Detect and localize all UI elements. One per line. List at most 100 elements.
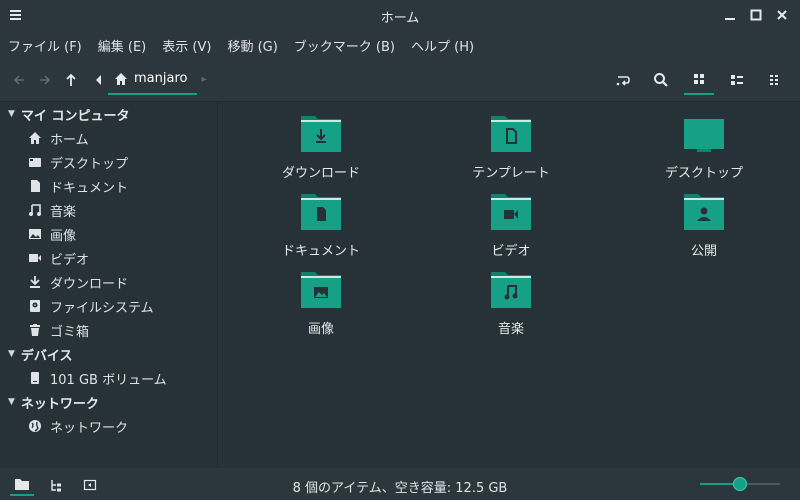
expand-triangle-icon[interactable]: ▼ bbox=[8, 109, 15, 119]
folder-label: 音楽 bbox=[497, 322, 524, 337]
icon-view-icon[interactable] bbox=[684, 65, 714, 95]
close-icon[interactable] bbox=[772, 5, 792, 25]
video-icon bbox=[28, 251, 42, 265]
status-text: 8 個のアイテム、空き容量: 12.5 GB bbox=[292, 481, 508, 496]
compact-view-icon[interactable] bbox=[760, 65, 790, 95]
folder-label: テンプレート bbox=[472, 166, 550, 181]
folder-item-videos[interactable]: ビデオ bbox=[431, 192, 591, 259]
title-bar: ホーム bbox=[0, 0, 800, 32]
zoom-handle[interactable] bbox=[733, 477, 747, 491]
zoom-slider[interactable] bbox=[700, 477, 780, 491]
menu-file[interactable]: ファイル (F) bbox=[8, 36, 82, 55]
path-right-arrow-icon[interactable]: ▸ bbox=[201, 74, 206, 85]
menu-go[interactable]: 移動 (G) bbox=[227, 36, 277, 55]
menu-edit[interactable]: 編集 (E) bbox=[98, 36, 147, 55]
maximize-icon[interactable] bbox=[746, 5, 766, 25]
minimize-icon[interactable] bbox=[720, 5, 740, 25]
network-icon bbox=[28, 419, 42, 433]
hamburger-menu-icon[interactable] bbox=[8, 6, 26, 24]
sidebar-item-filesystem[interactable]: ファイルシステム bbox=[0, 294, 217, 318]
folder-music-icon bbox=[491, 272, 531, 308]
breadcrumb-label: manjaro bbox=[134, 71, 188, 86]
menu-bar: ファイル (F) 編集 (E) 表示 (V) 移動 (G) ブックマーク (B)… bbox=[0, 32, 800, 58]
forward-arrow-icon[interactable] bbox=[32, 67, 58, 93]
folder-public-icon bbox=[684, 194, 724, 230]
sidebar-item-label: 音楽 bbox=[50, 204, 77, 220]
folder-label: ダウンロード bbox=[281, 166, 360, 181]
sidebar-item-label: 画像 bbox=[50, 228, 77, 244]
sidebar: ▼ マイ コンピュータ ホーム デスクトップ ドキュメント 音楽 画像 ビデオ … bbox=[0, 102, 218, 468]
search-icon[interactable] bbox=[646, 65, 676, 95]
sidebar-section-network[interactable]: ▼ ネットワーク bbox=[0, 390, 217, 414]
file-icon-view: ダウンロード テンプレート デスクトップ ドキュメント ビデオ 公開 画像 音楽 bbox=[219, 102, 800, 468]
path-left-arrow-icon[interactable] bbox=[90, 67, 108, 93]
menu-bookmarks[interactable]: ブックマーク (B) bbox=[294, 36, 395, 55]
sidebar-item-trash[interactable]: ゴミ箱 bbox=[0, 318, 217, 342]
sidebar-item-label: ビデオ bbox=[50, 252, 90, 268]
folder-download-icon bbox=[301, 116, 341, 152]
download-icon bbox=[28, 275, 42, 289]
sidebar-item-label: デスクトップ bbox=[50, 156, 129, 172]
back-arrow-icon[interactable] bbox=[6, 67, 32, 93]
sidebar-item-volume[interactable]: 101 GB ボリューム bbox=[0, 366, 217, 390]
window-title: ホーム bbox=[380, 10, 420, 26]
sidebar-item-music[interactable]: 音楽 bbox=[0, 198, 217, 222]
folder-item-public[interactable]: 公開 bbox=[624, 192, 784, 259]
toggle-location-icon[interactable] bbox=[608, 65, 638, 95]
sidebar-item-downloads[interactable]: ダウンロード bbox=[0, 270, 217, 294]
folder-item-pictures[interactable]: 画像 bbox=[241, 270, 401, 337]
folder-item-documents[interactable]: ドキュメント bbox=[241, 192, 401, 259]
folder-label: デスクトップ bbox=[664, 166, 743, 181]
folder-label: 公開 bbox=[690, 244, 717, 259]
sidebar-item-videos[interactable]: ビデオ bbox=[0, 246, 217, 270]
document-icon bbox=[28, 179, 42, 193]
image-icon bbox=[28, 227, 42, 241]
filesystem-icon bbox=[28, 299, 42, 313]
expand-triangle-icon[interactable]: ▼ bbox=[8, 397, 15, 407]
sidebar-item-label: ファイルシステム bbox=[50, 300, 154, 316]
desktop-icon bbox=[28, 155, 42, 169]
folder-item-templates[interactable]: テンプレート bbox=[431, 114, 591, 181]
folder-label: ビデオ bbox=[491, 244, 531, 259]
folder-label: 画像 bbox=[307, 322, 334, 337]
home-icon bbox=[115, 72, 127, 85]
folder-videos-icon bbox=[491, 194, 531, 230]
list-view-icon[interactable] bbox=[722, 65, 752, 95]
sidebar-item-desktop[interactable]: デスクトップ bbox=[0, 150, 217, 174]
folder-templates-icon bbox=[491, 116, 531, 152]
home-icon bbox=[28, 131, 42, 145]
section-title: マイ コンピュータ bbox=[20, 108, 130, 124]
sidebar-item-pictures[interactable]: 画像 bbox=[0, 222, 217, 246]
music-icon bbox=[28, 203, 42, 217]
sidebar-item-network[interactable]: ネットワーク bbox=[0, 414, 217, 438]
drive-icon bbox=[28, 371, 42, 385]
toolbar: manjaro ▸ bbox=[0, 58, 800, 102]
section-title: デバイス bbox=[20, 348, 73, 364]
status-bar: 8 個のアイテム、空き容量: 12.5 GB bbox=[0, 468, 800, 500]
menu-help[interactable]: ヘルプ (H) bbox=[411, 36, 474, 55]
folder-item-desktop[interactable]: デスクトップ bbox=[624, 114, 784, 181]
expand-triangle-icon[interactable]: ▼ bbox=[8, 349, 15, 359]
sidebar-item-documents[interactable]: ドキュメント bbox=[0, 174, 217, 198]
up-arrow-icon[interactable] bbox=[58, 67, 84, 93]
folder-item-music[interactable]: 音楽 bbox=[431, 270, 591, 337]
sidebar-item-label: ネットワーク bbox=[50, 420, 129, 436]
section-title: ネットワーク bbox=[20, 396, 99, 412]
sidebar-item-home[interactable]: ホーム bbox=[0, 126, 217, 150]
folder-label: ドキュメント bbox=[281, 244, 360, 259]
folder-documents-icon bbox=[301, 194, 341, 230]
sidebar-item-label: ドキュメント bbox=[50, 180, 129, 196]
path-bar: manjaro ▸ bbox=[90, 65, 207, 95]
sidebar-section-my-computer[interactable]: ▼ マイ コンピュータ bbox=[0, 102, 217, 126]
folder-pictures-icon bbox=[301, 272, 341, 308]
sidebar-item-label: ゴミ箱 bbox=[50, 324, 90, 340]
sidebar-item-label: ダウンロード bbox=[50, 276, 129, 292]
trash-icon bbox=[28, 323, 42, 337]
menu-view[interactable]: 表示 (V) bbox=[162, 36, 211, 55]
folder-desktop-icon bbox=[684, 119, 724, 152]
sidebar-item-label: 101 GB ボリューム bbox=[50, 372, 167, 388]
folder-item-download[interactable]: ダウンロード bbox=[241, 114, 401, 181]
sidebar-section-devices[interactable]: ▼ デバイス bbox=[0, 342, 217, 366]
sidebar-item-label: ホーム bbox=[50, 132, 89, 148]
breadcrumb-home[interactable]: manjaro bbox=[108, 65, 198, 95]
